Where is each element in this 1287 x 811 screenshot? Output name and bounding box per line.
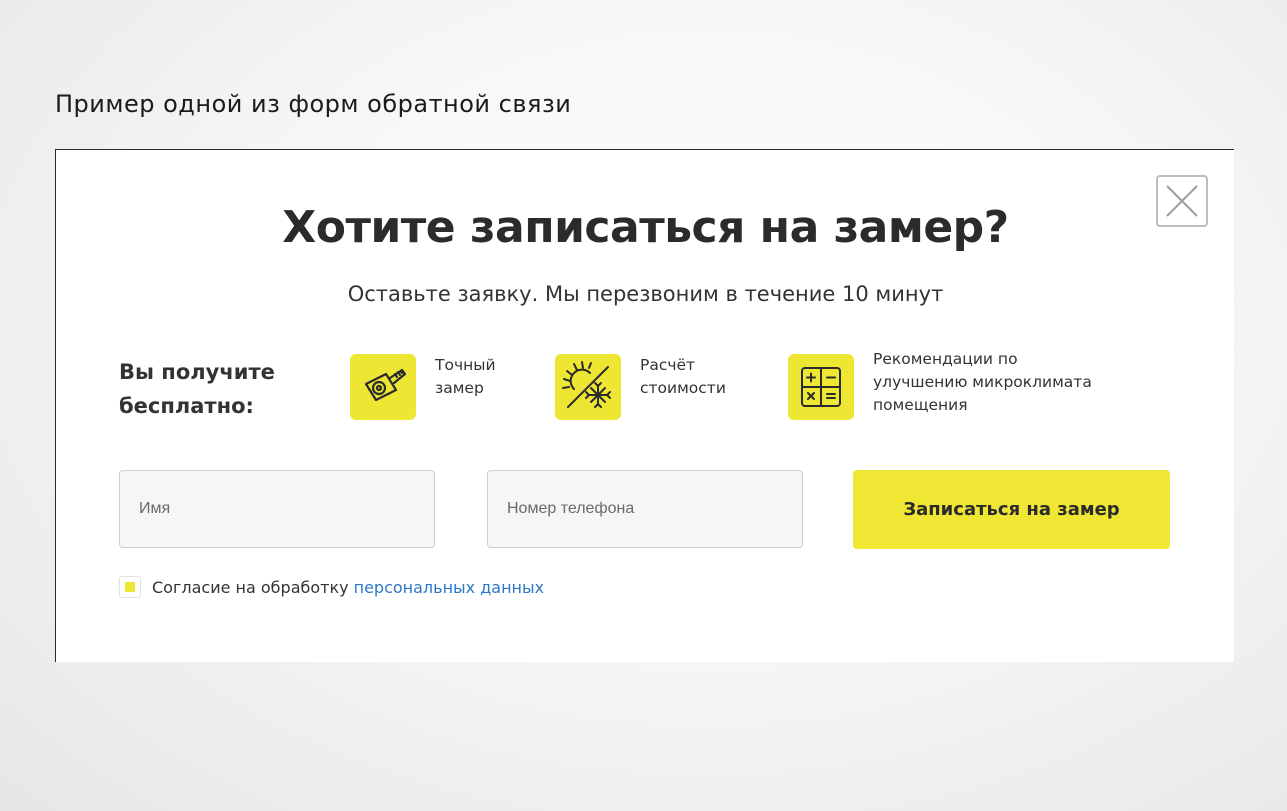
tape-measure-icon (350, 354, 416, 420)
sun-snowflake-icon (555, 354, 621, 420)
benefit-item-measure: Точный замер (350, 354, 496, 420)
consent-row: Согласие на обработку персональных данны… (119, 576, 544, 598)
name-input[interactable] (119, 470, 435, 548)
modal-subtitle: Оставьте заявку. Мы перезвоним в течение… (347, 282, 944, 306)
benefit-label: Точный замер (435, 356, 496, 397)
benefit-item-cost: Расчёт стоимости (555, 354, 726, 420)
personal-data-link[interactable]: персональных данных (354, 578, 545, 597)
callback-modal: Хотите записаться на замер? Оставьте зая… (55, 149, 1234, 662)
benefits-heading: Вы получите бесплатно: (119, 360, 275, 418)
page-caption: Пример одной из форм обратной связи (55, 90, 572, 118)
benefit-label: Рекомендации по улучшению микроклимата п… (873, 350, 1092, 414)
consent-text: Согласие на обработку (152, 577, 349, 597)
modal-title: Хотите записаться на замер? (282, 202, 1009, 253)
calculator-icon (788, 354, 854, 420)
submit-button[interactable]: Записаться на замер (853, 470, 1170, 549)
benefit-label: Расчёт стоимости (640, 356, 726, 397)
benefit-item-recommendations: Рекомендации по улучшению микроклимата п… (788, 350, 1092, 420)
checkbox-mark (125, 582, 135, 592)
phone-input[interactable] (487, 470, 803, 548)
consent-checkbox[interactable] (119, 576, 141, 598)
